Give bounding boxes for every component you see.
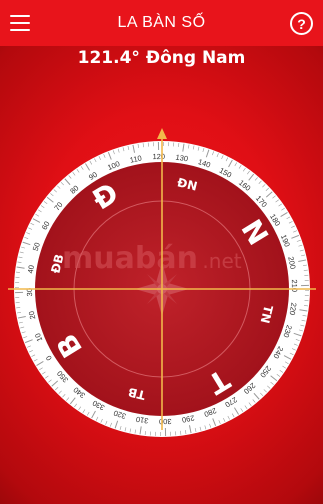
degree-label: 310 [135, 415, 149, 426]
degree-label: 20 [27, 310, 37, 320]
compass: 0102030405060708090100110 120 130 140150160… [8, 128, 316, 437]
degree-label: 300 [159, 417, 172, 426]
degree-label: 40 [26, 264, 36, 274]
degree-label: 220 [288, 302, 299, 316]
heading-pointer-icon [157, 128, 167, 139]
degree-label: 130 [175, 153, 189, 164]
degree-label: 210 [290, 279, 299, 292]
watermark-suffix: .net [202, 249, 241, 273]
degree-label: 120 [152, 152, 165, 161]
watermark-brand: muabán [62, 241, 198, 276]
